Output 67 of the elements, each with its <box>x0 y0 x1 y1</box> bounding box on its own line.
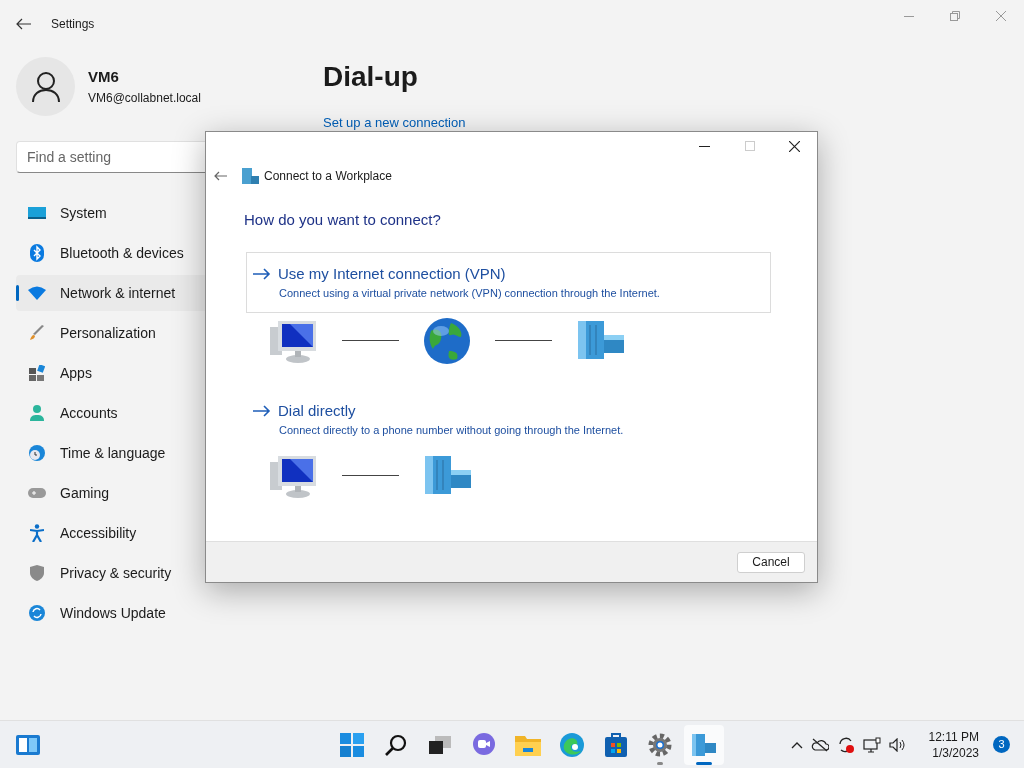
store-icon[interactable] <box>605 732 627 757</box>
arrow-icon <box>253 404 271 417</box>
running-indicator <box>696 761 712 765</box>
user-email: VM6@collabnet.local <box>88 89 201 107</box>
widgets-button[interactable] <box>16 733 40 756</box>
setup-link[interactable]: Set up a new connection <box>323 116 466 130</box>
window-title: Settings <box>51 16 95 33</box>
user-icon <box>31 71 60 102</box>
browser-icon[interactable] <box>560 732 584 757</box>
wifi-icon <box>28 286 46 300</box>
option-link[interactable]: Use my Internet connection (VPN) Connect using a virtual private network (VPN) connection through the Internet. <box>246 251 771 313</box>
folder-icon[interactable] <box>515 733 541 756</box>
connection-line <box>495 340 552 341</box>
running-indicator <box>657 761 663 765</box>
minimize-icon[interactable] <box>699 145 710 147</box>
bluetooth-icon <box>30 244 44 262</box>
page-title: Dial-up <box>323 60 419 94</box>
search-icon[interactable] <box>384 732 408 757</box>
restore-icon[interactable] <box>950 11 960 21</box>
cancel-button[interactable]: Cancel <box>737 551 805 573</box>
clock-date[interactable]: 1/3/2023 <box>932 744 979 761</box>
back-arrow-icon[interactable] <box>16 18 32 30</box>
user-name: VM6 <box>88 67 120 88</box>
sidebar-item[interactable]: Privacy & security <box>16 555 286 591</box>
back-arrow-icon[interactable] <box>214 171 228 181</box>
monitor-icon <box>28 206 46 220</box>
computer-icon <box>270 453 318 498</box>
connection-line <box>342 475 399 476</box>
server-icon <box>423 455 473 496</box>
dialog-heading: How do you want to connect? <box>244 210 442 230</box>
connection-line <box>342 340 399 341</box>
sidebar-item[interactable]: Gaming <box>16 475 286 511</box>
sidebar-item[interactable]: Apps <box>16 355 286 391</box>
sync-icon[interactable] <box>836 735 855 754</box>
update-icon <box>29 605 45 621</box>
network-icon[interactable] <box>862 736 881 753</box>
building-icon <box>242 168 259 184</box>
brush-icon <box>29 325 45 341</box>
close-icon[interactable] <box>789 140 800 152</box>
gamepad-icon <box>28 487 46 499</box>
task-view-icon[interactable] <box>429 735 451 754</box>
apps-icon <box>29 365 45 381</box>
building-icon[interactable] <box>692 733 716 756</box>
accessibility-icon <box>30 524 44 542</box>
sidebar-item[interactable]: Accessibility <box>16 515 286 551</box>
windows-logo-icon[interactable] <box>340 732 364 757</box>
chat-icon[interactable] <box>472 732 496 757</box>
gear-icon[interactable] <box>648 732 672 757</box>
volume-icon[interactable] <box>888 737 907 752</box>
sidebar-item[interactable]: Personalization <box>16 315 286 351</box>
arrow-icon <box>253 267 271 280</box>
notification-badge[interactable]: 3 <box>993 736 1010 753</box>
maximize-icon <box>744 141 755 151</box>
widgets-icon <box>16 734 40 755</box>
globe-clock-icon <box>29 445 45 461</box>
chevron-up-icon[interactable] <box>790 740 803 749</box>
globe-icon <box>423 316 471 365</box>
clock-time[interactable]: 12:11 PM <box>928 728 979 745</box>
selection-indicator <box>16 285 19 301</box>
computer-icon <box>270 318 318 363</box>
person-icon <box>29 405 45 421</box>
sidebar-item[interactable]: Windows Update <box>16 595 286 631</box>
server-icon <box>576 320 626 361</box>
option-description: Connect directly to a phone number without going through the Internet. <box>279 423 625 438</box>
cloud-off-icon[interactable] <box>810 737 829 752</box>
option-title: Dial directly <box>278 400 356 421</box>
shield-icon <box>30 565 44 581</box>
